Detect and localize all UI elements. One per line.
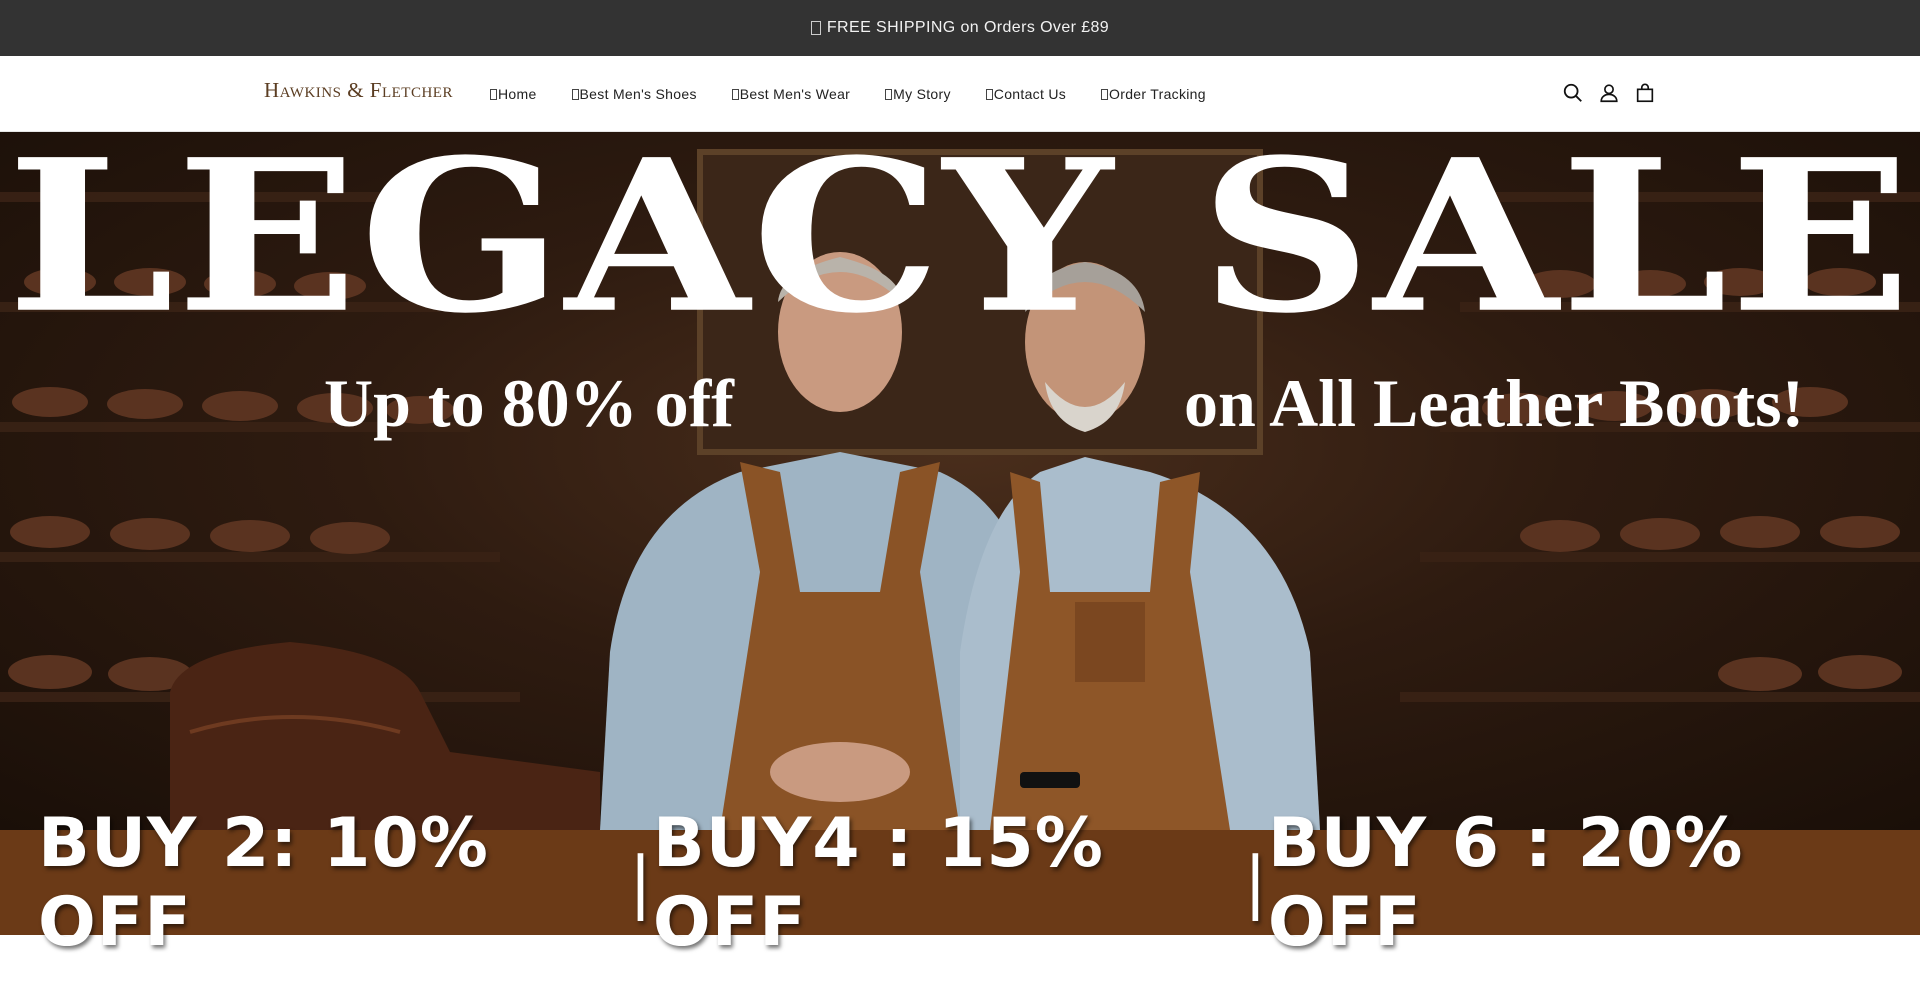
nav-item-label: Contact Us [993, 86, 1067, 102]
header-icons [1562, 82, 1656, 104]
site-header: Hawkins & Fletcher Home Best Men's Shoes… [0, 56, 1920, 132]
announcement-icon [810, 21, 821, 35]
hero-title: LEGACY SALE [6, 132, 1914, 360]
nav-item-best-mens-wear[interactable]: Best Men's Wear [731, 86, 851, 102]
nav-item-label: Best Men's Shoes [579, 86, 697, 102]
nav-glyph-icon [985, 89, 993, 100]
nav-item-best-mens-shoes[interactable]: Best Men's Shoes [571, 86, 697, 102]
cart-icon[interactable] [1634, 82, 1656, 104]
nav-glyph-icon [1101, 89, 1109, 100]
announcement-text: FREE SHIPPING on Orders Over £89 [826, 19, 1110, 36]
search-icon[interactable] [1562, 82, 1584, 104]
offer-separator: | [629, 843, 653, 922]
account-icon[interactable] [1598, 82, 1620, 104]
nav-item-home[interactable]: Home [490, 86, 537, 102]
hero-subtitle-right: on All Leather Boots! [1184, 365, 1805, 441]
hero-banner[interactable]: LEGACY SALE Up to 80% off on All Leather… [0, 132, 1920, 830]
offer-separator: | [1243, 843, 1268, 922]
main-nav: Home Best Men's Shoes Best Men's Wear My… [490, 86, 1241, 102]
nav-item-my-story[interactable]: My Story [885, 86, 951, 102]
hero-subtitle-left: Up to 80% off [324, 365, 734, 441]
nav-item-contact-us[interactable]: Contact Us [985, 86, 1067, 102]
nav-item-order-tracking[interactable]: Order Tracking [1101, 86, 1206, 102]
site-logo[interactable]: Hawkins & Fletcher [264, 78, 453, 103]
nav-item-label: Best Men's Wear [739, 86, 851, 102]
announcement-bar: FREE SHIPPING on Orders Over £89 [0, 0, 1920, 56]
offer-buy-4: BUY4 : 15% OFF [652, 803, 1104, 962]
nav-item-label: Home [498, 86, 537, 102]
nav-item-label: My Story [893, 86, 951, 102]
nav-item-label: Order Tracking [1109, 86, 1206, 102]
nav-glyph-icon [490, 89, 497, 100]
offer-strip: BUY 2: 10% OFF | BUY4 : 15% OFF | BUY 6 … [0, 804, 1920, 962]
offer-buy-2: BUY 2: 10% OFF [38, 803, 489, 962]
nav-glyph-icon [885, 89, 893, 100]
offer-buy-6: BUY 6 : 20% OFF [1267, 803, 1744, 962]
nav-glyph-icon [571, 89, 579, 100]
nav-glyph-icon [731, 89, 739, 100]
